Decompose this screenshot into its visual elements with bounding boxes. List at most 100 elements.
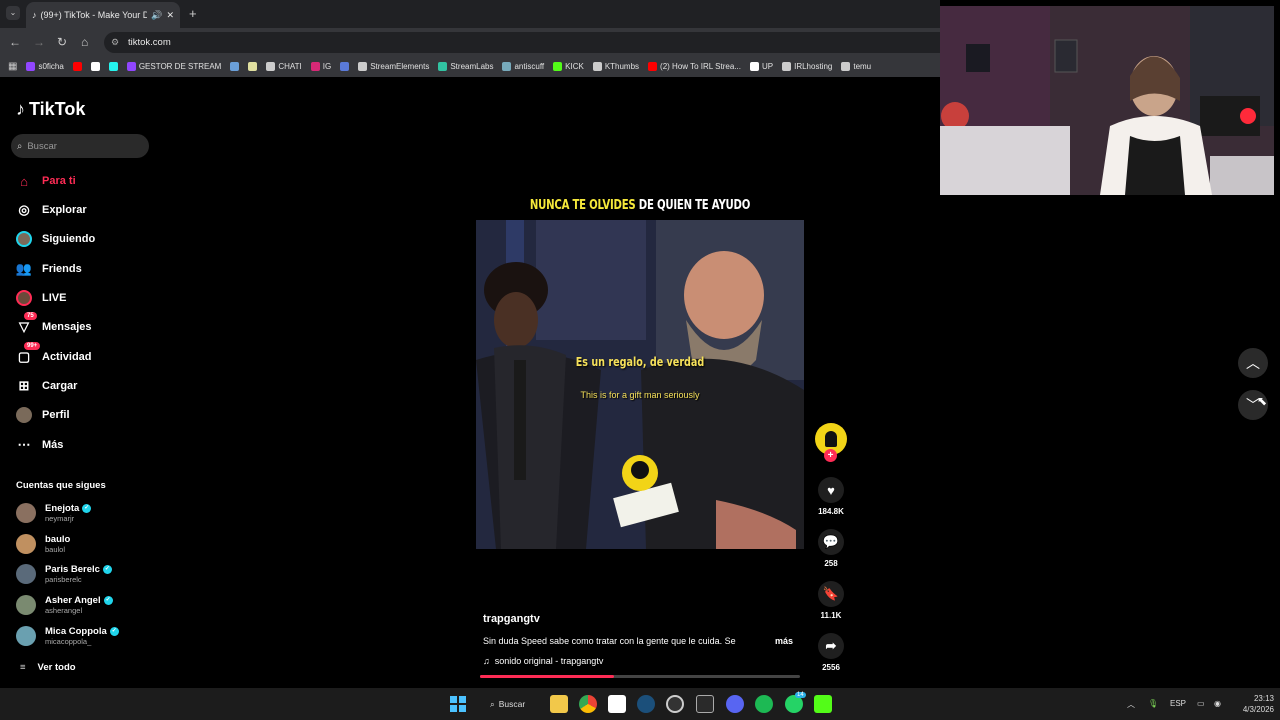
share-button[interactable]: ➦ 2556 bbox=[815, 633, 847, 672]
clock[interactable]: 23:13 4/3/2026 bbox=[1234, 693, 1274, 715]
sidebar-item-upload[interactable]: ⊞ Cargar bbox=[16, 378, 78, 394]
video-progress-bar[interactable] bbox=[480, 675, 800, 678]
headline-yellow: NUNCA TE OLVIDES bbox=[529, 198, 636, 213]
spotify-icon[interactable] bbox=[755, 695, 773, 713]
bookmark-item[interactable] bbox=[248, 62, 258, 71]
search-input[interactable]: ⌕ Buscar bbox=[11, 134, 149, 158]
bookmark-item[interactable]: s0ficha bbox=[26, 62, 64, 71]
account-handle: baulol bbox=[45, 545, 66, 554]
subtitle-english: This is for a gift man seriously bbox=[580, 390, 700, 400]
bookmark-label: antiscuff bbox=[514, 62, 545, 71]
bookmark-item[interactable]: IRLhosting bbox=[782, 62, 832, 71]
creator-avatar[interactable]: + bbox=[815, 423, 847, 462]
home-icon[interactable]: ⌂ bbox=[81, 35, 88, 49]
see-all-link[interactable]: ≡ Ver todo bbox=[20, 662, 76, 673]
monitor-icon[interactable]: ▭ bbox=[1197, 699, 1205, 708]
sidebar-item-live[interactable]: LIVE bbox=[16, 290, 66, 306]
bookmarks-bar: ▦ s0ficha GESTOR DE STREAM CHATI IG StreamEl… bbox=[0, 56, 940, 77]
account-handle: parisberelc bbox=[45, 575, 82, 584]
bookmark-item[interactable]: temu bbox=[841, 62, 871, 71]
friends-icon: 👥 bbox=[15, 261, 33, 276]
language-indicator[interactable]: ESP bbox=[1170, 699, 1186, 708]
previous-video-button[interactable]: ︿ bbox=[1238, 348, 1268, 378]
new-tab-button[interactable]: + bbox=[189, 6, 197, 21]
bookmark-item[interactable]: antiscuff bbox=[502, 62, 544, 71]
more-button[interactable]: más bbox=[775, 636, 793, 646]
browser-tab[interactable]: ♪ (99+) TikTok - Make Your Day 🔊 ✕ bbox=[26, 2, 180, 28]
following-avatar-icon bbox=[16, 231, 32, 247]
forward-icon[interactable]: → bbox=[33, 35, 45, 49]
sidebar-item-label: Para ti bbox=[42, 175, 76, 187]
bookmark-item[interactable]: (2) How To IRL Strea... bbox=[648, 62, 741, 71]
follow-plus-icon[interactable]: + bbox=[824, 449, 837, 462]
tiktok-logo[interactable]: ♪ TikTok bbox=[16, 99, 85, 120]
audio-playing-icon[interactable]: 🔊 bbox=[151, 10, 162, 21]
bookmark-item[interactable] bbox=[90, 62, 100, 71]
back-icon[interactable]: ← bbox=[9, 35, 21, 49]
sidebar-item-home[interactable]: ⌂ Para ti bbox=[16, 173, 76, 189]
following-account[interactable]: Enejota ✓ neymarjr bbox=[16, 503, 92, 523]
windows-start-icon[interactable] bbox=[450, 696, 466, 712]
bookmark-label: KICK bbox=[565, 62, 584, 71]
tab-search-dropdown-button[interactable]: ⌄ bbox=[6, 6, 20, 20]
kick-icon[interactable] bbox=[814, 695, 832, 713]
creator-avatar-icon bbox=[825, 431, 837, 447]
bookmark-item[interactable] bbox=[230, 62, 240, 71]
obs-icon[interactable] bbox=[666, 695, 684, 713]
bookmark-item[interactable]: StreamElements bbox=[358, 62, 429, 71]
reload-icon[interactable]: ↻ bbox=[57, 35, 67, 49]
bookmark-item[interactable]: KThumbs bbox=[592, 62, 639, 71]
video-player[interactable]: Es un regalo, de verdad This is for a gi… bbox=[476, 220, 804, 549]
verified-badge-icon: ✓ bbox=[82, 504, 92, 513]
sidebar-item-profile[interactable]: Perfil bbox=[16, 407, 70, 423]
subtitle-spanish: Es un regalo, de verdad bbox=[575, 355, 705, 369]
sidebar-item-label: Más bbox=[42, 439, 64, 451]
bookmark-item[interactable] bbox=[340, 62, 350, 71]
like-button[interactable]: ♥ 184.8K bbox=[815, 477, 847, 516]
bookmark-item[interactable]: UP bbox=[749, 62, 774, 71]
bookmark-favicon-icon bbox=[749, 62, 759, 71]
following-account[interactable]: baulo baulol bbox=[16, 534, 70, 554]
bookmark-item[interactable]: CHATI bbox=[266, 62, 302, 71]
sidebar-item-activity[interactable]: ▢ Actividad 99+ bbox=[16, 342, 92, 365]
bookmark-item[interactable]: KICK bbox=[553, 62, 584, 71]
capcut-icon[interactable] bbox=[608, 695, 626, 713]
apps-grid-icon[interactable]: ▦ bbox=[8, 61, 17, 72]
heart-icon: ♥ bbox=[818, 477, 844, 503]
tray-chevron-icon[interactable]: ︿ bbox=[1127, 699, 1135, 710]
network-icon[interactable]: ◉ bbox=[1214, 699, 1221, 708]
following-account[interactable]: Paris Berelc ✓ parisberelc bbox=[16, 564, 112, 584]
following-account[interactable]: Mica Coppola ✓ micacoppola_ bbox=[16, 626, 119, 646]
sidebar-item-label: Friends bbox=[42, 263, 82, 275]
bookmark-item[interactable]: GESTOR DE STREAM bbox=[126, 62, 221, 71]
bookmark-item[interactable] bbox=[72, 62, 82, 71]
discord-icon[interactable] bbox=[726, 695, 744, 713]
avatar bbox=[16, 503, 36, 523]
following-account[interactable]: Asher Angel ✓ asherangel bbox=[16, 595, 113, 615]
file-explorer-icon[interactable] bbox=[550, 695, 568, 713]
bookmark-item[interactable]: StreamLabs bbox=[438, 62, 493, 71]
music-link[interactable]: ♫ sonido original - trapgangtv bbox=[483, 656, 603, 666]
site-info-icon[interactable]: ⚙ bbox=[111, 32, 119, 53]
steam-icon[interactable] bbox=[637, 695, 655, 713]
epic-games-icon[interactable] bbox=[696, 695, 714, 713]
save-button[interactable]: 🔖 11.1K bbox=[815, 581, 847, 620]
sidebar-item-messages[interactable]: ▽ Mensajes 75 bbox=[16, 312, 92, 335]
sidebar-item-compass[interactable]: ◎ Explorar bbox=[16, 202, 86, 218]
sidebar-item-friends[interactable]: 👥 Friends bbox=[16, 261, 82, 277]
address-bar[interactable]: ⚙ tiktok.com bbox=[104, 32, 940, 53]
avatar bbox=[16, 534, 36, 554]
chrome-icon[interactable] bbox=[579, 695, 597, 713]
microphone-icon[interactable]: 🎙 bbox=[1148, 699, 1158, 708]
sidebar-item-more[interactable]: ⋯ Más bbox=[16, 437, 64, 453]
comment-button[interactable]: 💬 258 bbox=[815, 529, 847, 568]
video-author[interactable]: trapgangtv bbox=[483, 613, 540, 625]
bookmark-item[interactable]: IG bbox=[310, 62, 331, 71]
clock-date: 4/3/2026 bbox=[1242, 705, 1274, 714]
bookmark-item[interactable] bbox=[108, 62, 118, 71]
bookmark-label: UP bbox=[761, 62, 774, 71]
taskbar-search[interactable]: ⌕ Buscar bbox=[484, 693, 540, 715]
sidebar-item-following[interactable]: Siguiendo bbox=[16, 231, 95, 247]
search-icon: ⌕ bbox=[17, 140, 23, 152]
close-tab-icon[interactable]: ✕ bbox=[166, 10, 174, 21]
